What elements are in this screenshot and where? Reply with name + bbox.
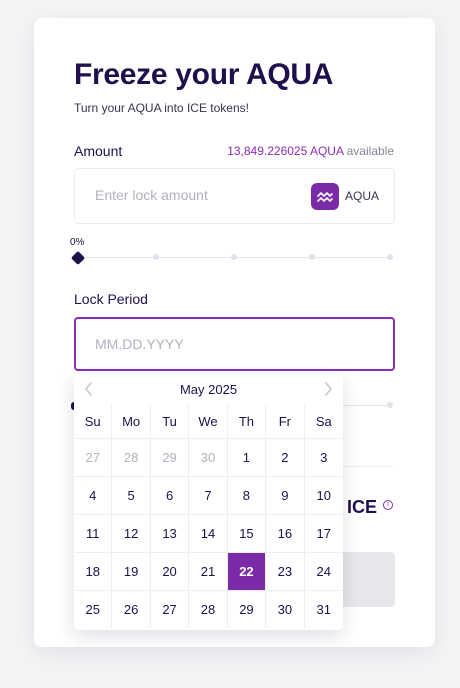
chevron-right-icon[interactable] <box>319 380 337 398</box>
amount-input[interactable] <box>95 187 295 203</box>
calendar-day[interactable]: 31 <box>304 590 343 628</box>
percent-label: 0% <box>70 237 85 248</box>
page-subtitle: Turn your AQUA into ICE tokens! <box>74 101 249 115</box>
calendar-day[interactable]: 3 <box>304 438 343 476</box>
calendar-day[interactable]: 6 <box>150 476 190 514</box>
slider-step-dot[interactable] <box>387 254 393 260</box>
amount-field[interactable]: AQUA <box>74 168 395 224</box>
calendar-day[interactable]: 30 <box>266 590 305 628</box>
weekday-header: We <box>189 404 228 438</box>
calendar-day[interactable]: 20 <box>150 552 190 590</box>
lock-period-label: Lock Period <box>74 291 148 307</box>
calendar-day[interactable]: 4 <box>74 476 113 514</box>
calendar-weekdays: Su Mo Tu We Th Fr Sa <box>74 404 343 438</box>
available-amount[interactable]: 13,849.226025 AQUA <box>227 144 343 158</box>
calendar-day[interactable]: 14 <box>189 514 228 552</box>
ice-label: ICE <box>347 497 378 517</box>
page-title: Freeze your AQUA <box>74 58 334 91</box>
calendar-day[interactable]: 5 <box>112 476 151 514</box>
aqua-wave-icon <box>311 183 339 210</box>
token-name: AQUA <box>345 189 380 203</box>
calendar-month-title: May 2025 <box>179 382 238 397</box>
calendar-day[interactable]: 24 <box>304 552 343 590</box>
available-balance[interactable]: 13,849.226025 AQUA available <box>227 144 394 158</box>
calendar-day[interactable]: 13 <box>150 514 190 552</box>
slider-step-dot[interactable] <box>231 254 237 260</box>
calendar-day[interactable]: 8 <box>227 476 267 514</box>
calendar-day[interactable]: 29 <box>150 438 190 476</box>
weekday-header: Sa <box>315 413 332 429</box>
calendar-day[interactable]: 16 <box>266 514 305 552</box>
calendar-day[interactable]: 19 <box>112 552 151 590</box>
calendar-day[interactable]: 7 <box>189 476 228 514</box>
calendar-day[interactable]: 1 <box>227 438 267 476</box>
info-icon[interactable]: i <box>383 500 393 510</box>
weekday-header: Su <box>74 404 113 438</box>
weekday-header: Th <box>228 404 267 438</box>
weekday-header: Tu <box>151 404 190 438</box>
calendar-day[interactable]: 23 <box>266 552 305 590</box>
weekday-header: Fr <box>266 404 305 438</box>
slider-step-dot[interactable] <box>387 402 393 408</box>
calendar-day[interactable]: 30 <box>189 438 228 476</box>
calendar-day[interactable]: 28 <box>189 590 228 628</box>
calendar-day[interactable]: 10 <box>304 476 343 514</box>
lock-date-input[interactable] <box>95 336 295 352</box>
calendar-day[interactable]: 15 <box>227 514 267 552</box>
slider-step-dot[interactable] <box>309 254 315 260</box>
calendar-day[interactable]: 21 <box>189 552 228 590</box>
calendar-day[interactable]: 11 <box>74 514 113 552</box>
calendar-day[interactable]: 29 <box>227 590 267 628</box>
calendar-day[interactable]: 25 <box>74 590 113 628</box>
calendar-day-selected[interactable]: 22 <box>227 552 267 590</box>
calendar-header: May 2025 <box>74 374 343 404</box>
calendar-day[interactable]: 17 <box>304 514 343 552</box>
calendar-day[interactable]: 26 <box>112 590 151 628</box>
amount-label: Amount <box>74 143 123 159</box>
lock-period-field[interactable] <box>74 317 395 371</box>
calendar-day[interactable]: 27 <box>74 438 113 476</box>
available-suffix: available <box>343 144 394 158</box>
calendar-days-grid: 27 28 29 30 1 2 3 4 5 6 7 8 9 10 11 12 13 14 15 16 17 18 19 20 2… <box>74 438 343 628</box>
calendar-day[interactable]: 27 <box>150 590 190 628</box>
calendar-day[interactable]: 9 <box>266 476 305 514</box>
calendar-day[interactable]: 18 <box>74 552 113 590</box>
calendar-day[interactable]: 12 <box>112 514 151 552</box>
slider-step-dot[interactable] <box>153 254 159 260</box>
calendar-day[interactable]: 2 <box>266 438 305 476</box>
date-picker: May 2025 Su Mo Tu We Th Fr Sa 27 28 29 30 1 2 3 4 5 6 7 8… <box>74 374 343 630</box>
weekday-header: Mo <box>112 404 151 438</box>
calendar-day[interactable]: 28 <box>112 438 151 476</box>
